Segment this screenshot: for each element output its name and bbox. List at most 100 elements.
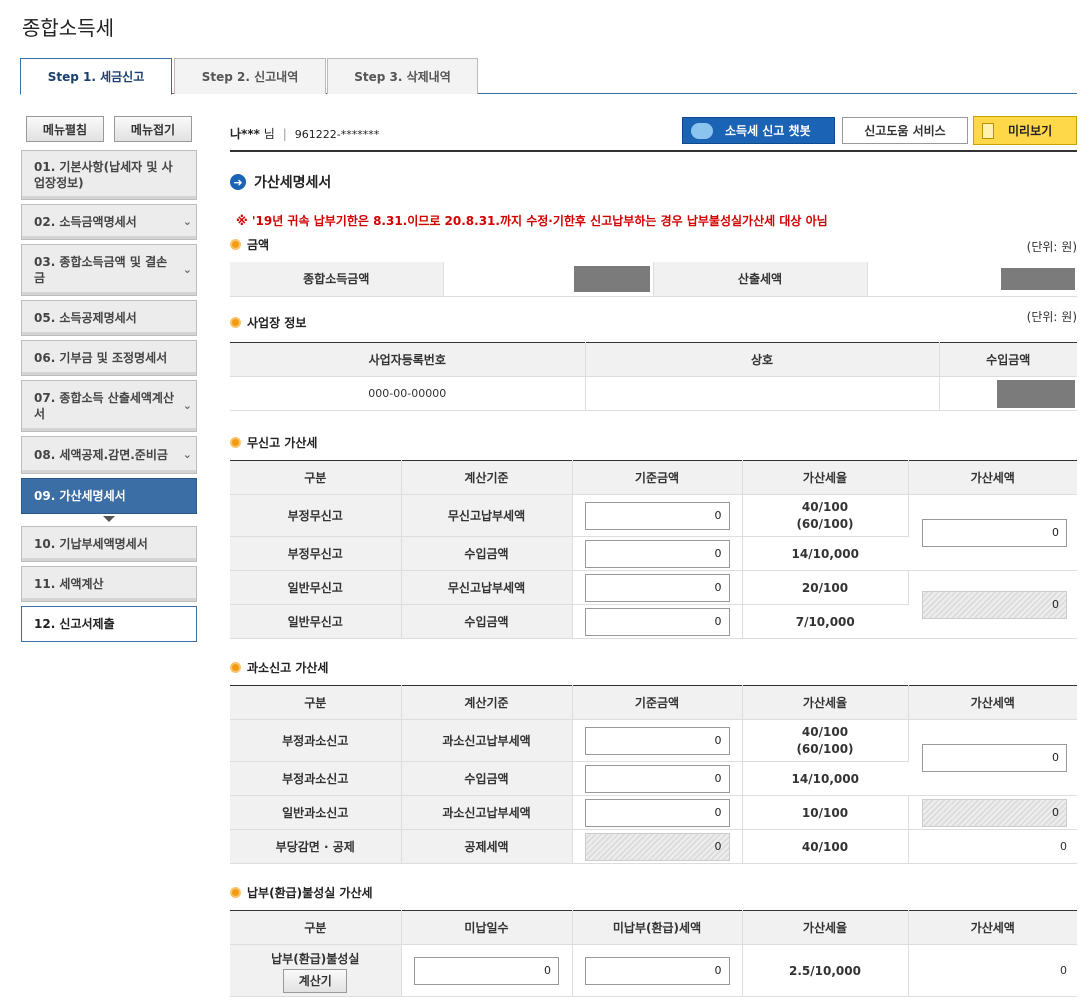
chevron-down-icon[interactable]: ⌄ (183, 398, 192, 414)
preview-label: 미리보기 (1008, 124, 1053, 138)
chatbot-label: 소득세 신고 챗봇 (725, 124, 811, 138)
penalty-cell: 0 (908, 795, 1077, 830)
business-title-text: 사업장 정보 (247, 316, 307, 330)
menu-collapse-button[interactable]: 메뉴접기 (114, 116, 192, 142)
income-value (443, 262, 654, 297)
type-cell: 부정과소신고 (230, 719, 402, 762)
user-name: 나*** (230, 127, 260, 141)
nonfiling-title-text: 무신고 가산세 (247, 436, 318, 450)
type-cell: 납부(환급)불성실계산기 (230, 944, 402, 997)
sidebar-item-label: 03. 종합소득금액 및 결손금 (34, 255, 168, 285)
amount-cell: 0 (572, 570, 743, 605)
unpaid-days-input[interactable]: 0 (414, 956, 559, 985)
sidebar-item-income-statement[interactable]: 02. 소득금액명세서 ⌄ (21, 204, 197, 240)
revenue-cell (939, 376, 1077, 411)
base-amount-input[interactable]: 0 (584, 764, 730, 793)
sidebar-item-tax-calculation[interactable]: 11. 세액계산 (21, 566, 197, 602)
chatbot-button[interactable]: 소득세 신고 챗봇 (682, 117, 835, 144)
sidebar-item-calculated-tax[interactable]: 07. 종합소득 산출세액계산서 ⌄ (21, 380, 197, 432)
sidebar-item-deductions[interactable]: 05. 소득공제명세서 (21, 300, 197, 336)
page-title: 종합소득세 (22, 16, 114, 40)
preview-button[interactable]: 미리보기 (973, 116, 1077, 145)
arrow-right-icon: ➜ (230, 174, 246, 190)
base-amount-input[interactable]: 0 (584, 573, 730, 602)
sidebar-item-donations[interactable]: 06. 기부금 및 조정명세서 (21, 340, 197, 376)
sidebar-item-total-income[interactable]: 03. 종합소득금액 및 결손금 ⌄ (21, 244, 197, 296)
user-suffix: 님 (263, 127, 275, 141)
type-cell: 일반무신고 (230, 604, 402, 639)
sidebar-item-penalty-tax[interactable]: 09. 가산세명세서 (21, 478, 197, 514)
basis-cell: 수입금액 (401, 536, 573, 571)
sidebar-item-label: 05. 소득공제명세서 (34, 311, 137, 325)
header-rate: 가산세율 (742, 910, 909, 945)
bullet-icon (230, 662, 241, 673)
base-amount-input[interactable]: 0 (584, 726, 730, 755)
amount-cell: 0 (572, 536, 743, 571)
calculator-button[interactable]: 계산기 (283, 968, 348, 993)
base-amount-input[interactable]: 0 (584, 798, 730, 827)
rate-cell: 7/10,000 (742, 604, 908, 639)
penalty-input[interactable]: 0 (922, 518, 1067, 547)
business-table: 사업자등록번호 상호 수입금액 000-00-00000 (230, 342, 1077, 411)
header-penalty: 가산세액 (908, 460, 1077, 495)
notice-text: ※ '19년 귀속 납부기한은 8.31.이므로 20.8.31.까지 수정·기… (236, 214, 828, 228)
rate-cell: 2.5/10,000 (742, 944, 909, 997)
sidebar-item-label: 07. 종합소득 산출세액계산서 (34, 391, 175, 421)
amount-cell: 0 (572, 494, 743, 537)
header-divider (230, 150, 1077, 152)
bullet-icon (230, 887, 241, 898)
amount-cell: 0 (572, 829, 743, 864)
type-text: 납부(환급)불성실 (271, 951, 360, 966)
rate-cell: 14/10,000 (742, 761, 908, 796)
base-amount-input[interactable]: 0 (584, 607, 730, 636)
chevron-down-icon[interactable]: ⌄ (183, 214, 192, 230)
header-base-amount: 기준금액 (572, 685, 743, 720)
income-label: 종합소득금액 (230, 262, 444, 297)
type-cell: 일반무신고 (230, 570, 402, 605)
latepay-table: 구분 미납일수 미납부(환급)세액 가산세율 가산세액 납부(환급)불성실 계산기… (230, 910, 1077, 997)
header-rate: 가산세율 (742, 460, 909, 495)
penalty-input[interactable]: 0 (922, 743, 1067, 772)
current-step-arrow-icon (103, 516, 115, 522)
sidebar-item-basic-info[interactable]: 01. 기본사항(납세자 및 사업장정보) (21, 150, 197, 200)
underreport-table: 구분 계산기준 기준금액 가산세율 가산세액 부정과소신고 과소신고납부세액 0… (230, 685, 1077, 864)
chevron-down-icon[interactable]: ⌄ (183, 262, 192, 278)
amount-unit: (단위: 원) (1026, 240, 1077, 254)
unpaid-tax-input[interactable]: 0 (584, 956, 730, 985)
sidebar-item-tax-credits[interactable]: 08. 세액공제.감면.준비금 ⌄ (21, 436, 197, 474)
underreport-title-text: 과소신고 가산세 (247, 661, 329, 675)
basis-cell: 과소신고납부세액 (401, 795, 573, 830)
base-amount-input[interactable]: 0 (584, 501, 730, 530)
rate-cell: 14/10,000 (742, 536, 908, 571)
basis-cell: 무신고납부세액 (401, 570, 573, 605)
menu-expand-button[interactable]: 메뉴펼침 (26, 116, 104, 142)
bullet-icon (230, 317, 241, 328)
sidebar-item-prepaid-tax[interactable]: 10. 기납부세액명세서 (21, 526, 197, 562)
sidebar-item-label: 10. 기납부세액명세서 (34, 537, 148, 551)
header-type: 구분 (230, 460, 402, 495)
amount-title: 금액 (230, 236, 269, 253)
tax-value (867, 262, 1077, 297)
tab-step3[interactable]: Step 3. 삭제내역 (327, 58, 478, 94)
amount-table: 종합소득금액 산출세액 (230, 262, 1077, 297)
table-row: 일반과소신고 과소신고납부세액 0 10/100 0 (230, 795, 1077, 830)
tab-step1[interactable]: Step 1. 세금신고 (20, 58, 172, 95)
chevron-down-icon[interactable]: ⌄ (183, 447, 192, 463)
reg-no-cell: 000-00-00000 (230, 376, 586, 411)
base-amount-input[interactable]: 0 (584, 539, 730, 568)
amount-cell: 0 (572, 719, 743, 762)
type-cell: 부정무신고 (230, 494, 402, 537)
help-service-button[interactable]: 신고도움 서비스 (842, 117, 968, 144)
sidebar-item-submit[interactable]: 12. 신고서제출 (21, 606, 197, 642)
basis-cell: 과소신고납부세액 (401, 719, 573, 762)
tab-step2[interactable]: Step 2. 신고내역 (174, 58, 326, 94)
header-days: 미납일수 (401, 910, 573, 945)
penalty-cell: 0 (908, 719, 1077, 796)
sidebar-item-label: 06. 기부금 및 조정명세서 (34, 351, 168, 365)
rate-text: (60/100) (796, 516, 854, 531)
header-unpaid: 미납부(환급)세액 (572, 910, 743, 945)
amount-cell: 0 (572, 761, 743, 796)
basis-cell: 공제세액 (401, 829, 573, 864)
user-info: 나*** 님 | 961222-******* (230, 125, 379, 142)
sidebar-item-label: 11. 세액계산 (34, 577, 104, 591)
